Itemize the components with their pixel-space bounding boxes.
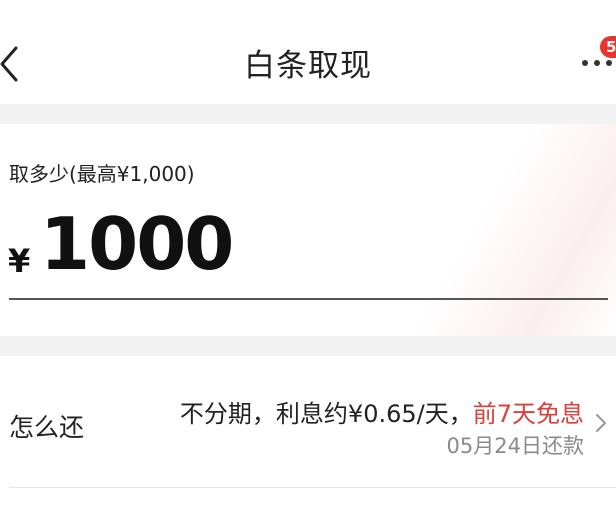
interest-free-promo: 前7天免息: [472, 400, 584, 428]
repayment-section[interactable]: 怎么还 不分期，利息约¥0.65/天，前7天免息 05月24日还款: [0, 356, 616, 521]
repay-due-date: 05月24日还款: [446, 434, 584, 458]
notification-badge: 5: [600, 36, 616, 58]
repay-plan-interest: 不分期，利息约¥0.65/天，: [179, 400, 473, 428]
page-title: 白条取现: [244, 48, 372, 84]
amount-underline: [9, 298, 608, 300]
amount-input[interactable]: 1000: [40, 202, 234, 286]
section-divider: [9, 487, 616, 488]
repay-plan-text: 不分期，利息约¥0.65/天，前7天免息: [180, 394, 584, 429]
amount-label: 取多少(最高¥1,000): [9, 162, 195, 186]
currency-symbol: ¥: [8, 242, 31, 280]
chevron-right-icon[interactable]: [594, 412, 608, 434]
repay-method-label: 怎么还: [9, 413, 85, 442]
top-navigation-bar: 白条取现 5: [0, 0, 616, 104]
amount-section: 取多少(最高¥1,000) ¥ 1000: [0, 124, 616, 336]
more-dots-icon[interactable]: [580, 56, 616, 70]
